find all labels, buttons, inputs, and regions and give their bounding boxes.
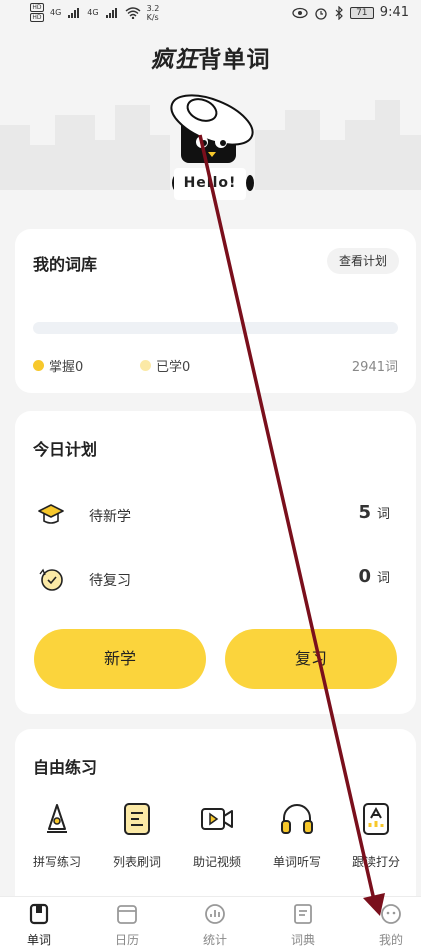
view-plan-button[interactable]: 查看计划 xyxy=(327,248,399,274)
review-words-count: 0词 xyxy=(358,566,390,587)
bottom-tab-bar: 单词 日历 统计 词典 我的 xyxy=(0,896,421,949)
library-progress-bar xyxy=(33,322,398,334)
hd-badge: HD xyxy=(30,13,44,22)
hd-indicator: HD HD xyxy=(30,3,44,22)
review-words-label: 待复习 xyxy=(89,573,131,589)
today-plan-title: 今日计划 xyxy=(33,440,98,459)
calendar-icon xyxy=(117,905,137,924)
tab-label: 词典 xyxy=(290,933,315,947)
review-words-row[interactable]: 待复习 0词 xyxy=(33,562,398,596)
stats-icon xyxy=(205,904,225,924)
wifi-icon xyxy=(125,6,141,19)
clock-time: 9:41 xyxy=(379,5,409,20)
tab-label: 单词 xyxy=(26,933,51,947)
tab-stats[interactable]: 统计 xyxy=(185,902,245,948)
status-bar: HD HD 4G 4G 3.2 K/s 71 9:41 xyxy=(0,0,421,28)
hd-badge: HD xyxy=(30,3,44,12)
book-icon xyxy=(29,903,49,925)
mastered-label: 掌握0 xyxy=(49,360,84,375)
network-type-1: 4G xyxy=(50,8,62,17)
tab-profile[interactable]: 我的 xyxy=(361,902,421,948)
app-title: 疯狂背单词 xyxy=(0,40,421,74)
alarm-icon xyxy=(315,7,327,20)
app-title-rest: 背单词 xyxy=(198,47,271,73)
profile-icon xyxy=(381,904,401,924)
learned-legend: 已学0 xyxy=(140,356,190,375)
headphones-icon xyxy=(281,804,313,834)
dictionary-icon xyxy=(294,904,312,924)
learned-dot xyxy=(140,360,151,371)
practice-tools: 拼写练习 列表刷词 助记视频 单词听写 跟读打分 xyxy=(15,799,416,879)
practice-label: 单词听写 xyxy=(272,855,321,869)
today-plan-card: 今日计划 待新学 5词 待复习 0词 新学 复习 xyxy=(15,411,416,714)
word-library-card: 我的词库 查看计划 掌握0 已学0 2941词 xyxy=(15,229,416,393)
practice-label: 跟读打分 xyxy=(351,855,400,869)
tab-dictionary[interactable]: 词典 xyxy=(273,902,333,948)
eye-icon xyxy=(292,7,308,18)
review-clock-icon xyxy=(39,568,63,591)
tab-calendar[interactable]: 日历 xyxy=(97,902,157,948)
mastered-legend: 掌握0 xyxy=(33,356,83,375)
learned-label: 已学0 xyxy=(156,360,191,375)
new-words-label: 待新学 xyxy=(89,509,131,525)
learn-new-button[interactable]: 新学 xyxy=(34,629,206,689)
total-words: 2941词 xyxy=(351,360,398,375)
signal-icon xyxy=(105,7,117,18)
app-title-emphasis: 疯狂 xyxy=(150,47,199,73)
word-library-title: 我的词库 xyxy=(33,255,98,274)
review-button[interactable]: 复习 xyxy=(225,629,397,689)
mastered-dot xyxy=(33,360,44,371)
network-speed: 3.2 K/s xyxy=(146,3,160,22)
mic-score-icon xyxy=(363,803,389,835)
list-icon xyxy=(124,803,150,835)
video-icon xyxy=(201,808,233,830)
battery-indicator: 71 xyxy=(349,6,374,19)
network-type-2: 4G xyxy=(87,8,99,17)
tab-words[interactable]: 单词 xyxy=(9,902,69,948)
practice-item-read-along[interactable]: 跟读打分 xyxy=(336,799,416,870)
practice-item-spelling[interactable]: 拼写练习 xyxy=(17,799,97,870)
tab-label: 我的 xyxy=(378,933,403,947)
status-right: 71 9:41 xyxy=(292,5,409,20)
signal-icon xyxy=(68,7,80,18)
practice-label: 拼写练习 xyxy=(32,855,81,869)
graduation-cap-icon xyxy=(38,504,64,524)
bluetooth-icon xyxy=(335,5,343,20)
mascot-hello-sign: Hello! xyxy=(174,168,246,200)
tab-label: 统计 xyxy=(202,933,227,947)
new-words-row[interactable]: 待新学 5词 xyxy=(33,498,398,532)
free-practice-title: 自由练习 xyxy=(33,758,98,777)
practice-label: 列表刷词 xyxy=(112,855,161,869)
new-words-count: 5词 xyxy=(358,502,390,523)
practice-item-video[interactable]: 助记视频 xyxy=(177,799,257,870)
practice-label: 助记视频 xyxy=(192,855,241,869)
practice-item-dictation[interactable]: 单词听写 xyxy=(257,799,337,870)
pen-nib-icon xyxy=(47,804,67,833)
tab-label: 日历 xyxy=(114,933,139,947)
practice-item-list[interactable]: 列表刷词 xyxy=(97,799,177,870)
status-left: HD HD 4G 4G 3.2 K/s xyxy=(30,3,159,22)
